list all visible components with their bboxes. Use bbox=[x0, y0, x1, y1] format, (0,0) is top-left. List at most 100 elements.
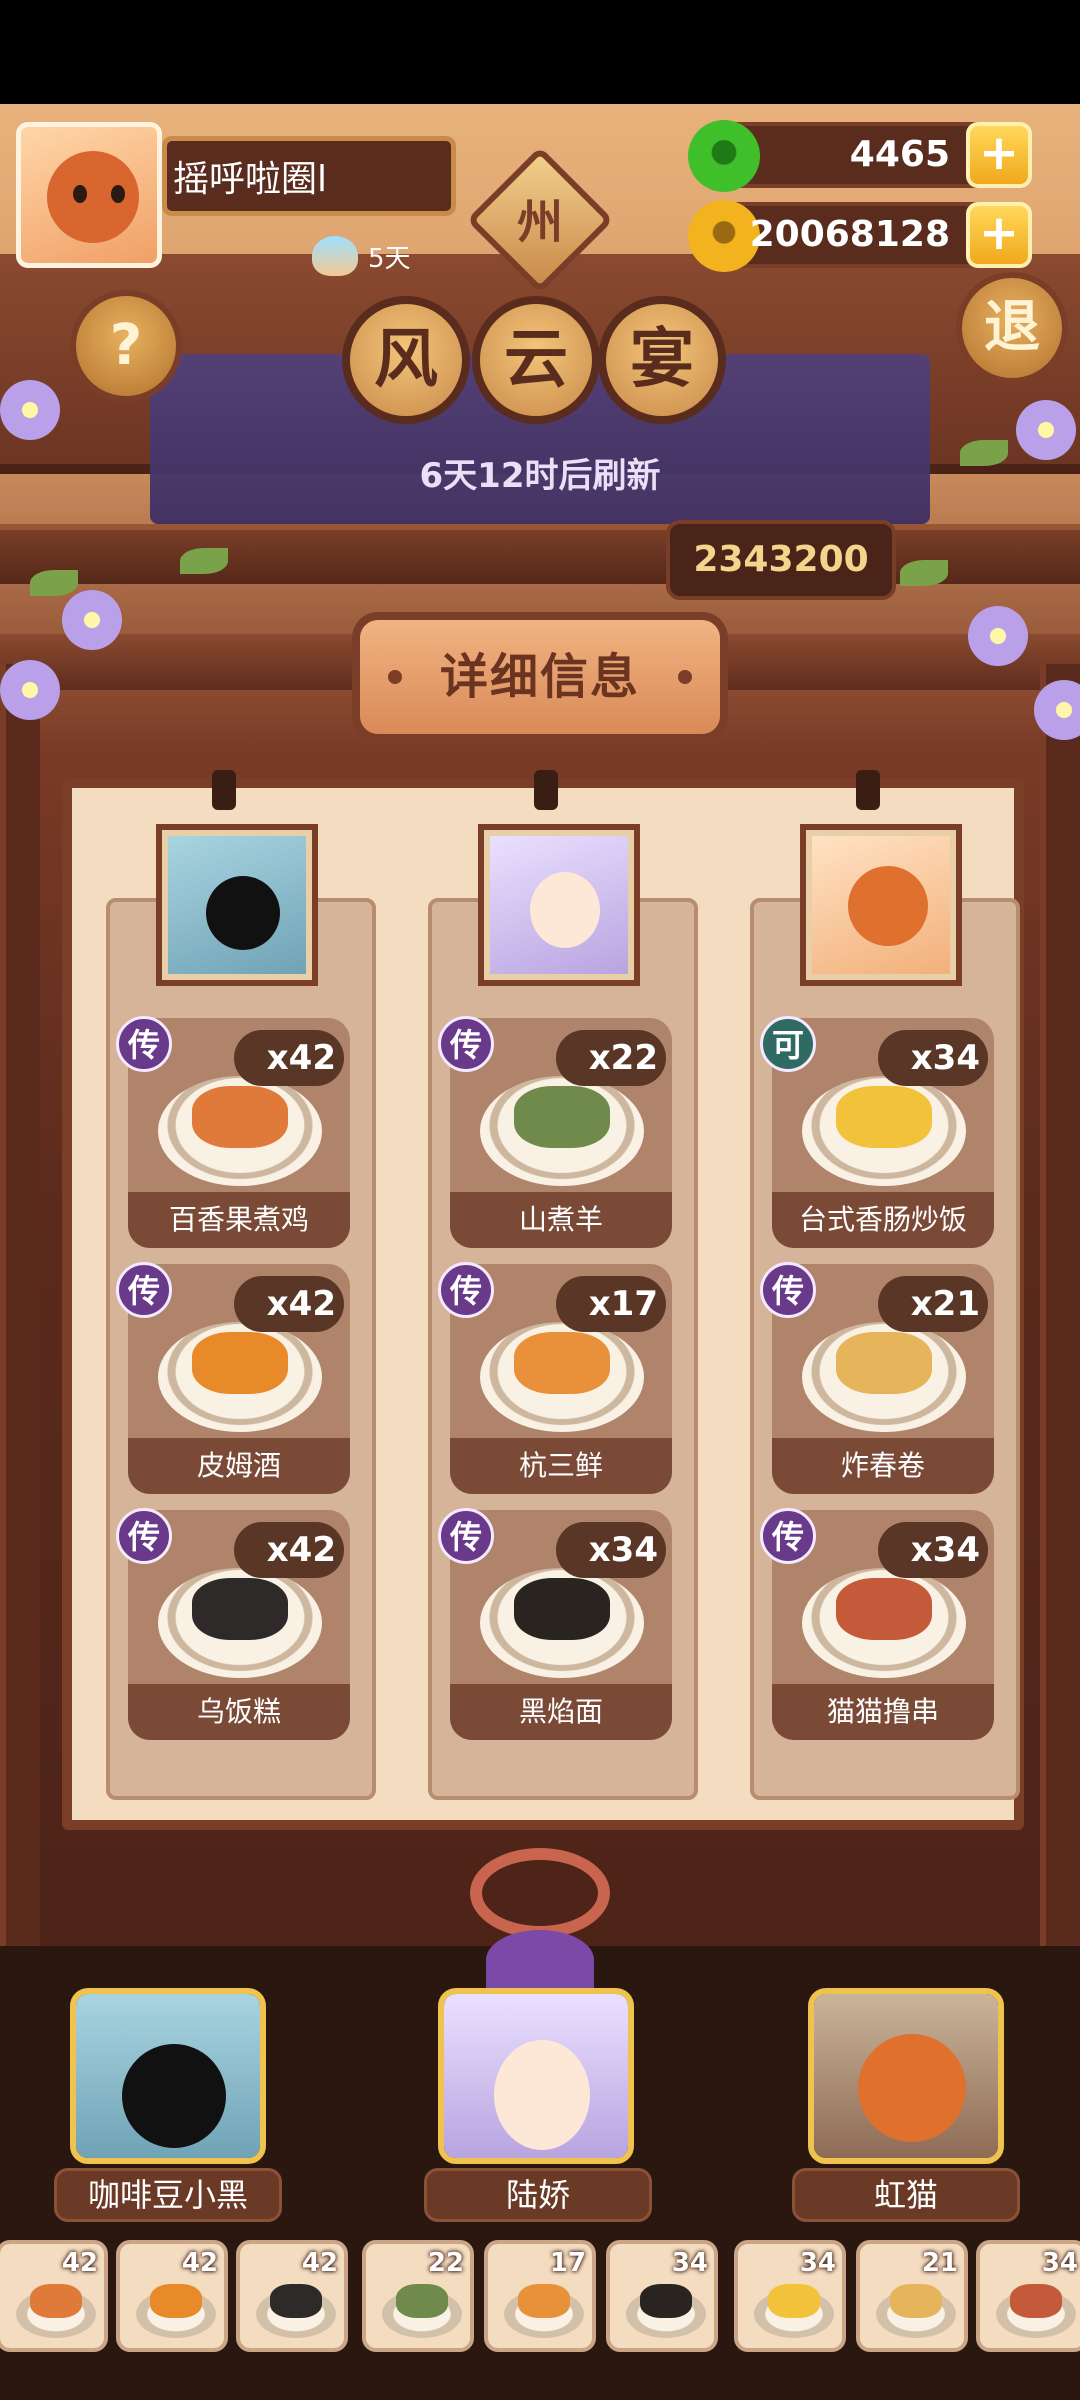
dish-image bbox=[514, 1578, 610, 1640]
title-char-1: 风 bbox=[342, 296, 470, 424]
strip-count: 22 bbox=[427, 2248, 464, 2278]
dish-thumbnail bbox=[768, 2284, 820, 2318]
character-hong-mao[interactable] bbox=[808, 1988, 1004, 2164]
rarity-tag: 传 bbox=[438, 1262, 494, 1318]
strip-dish-item[interactable]: 17 bbox=[484, 2240, 596, 2352]
dish-name: 山煮羊 bbox=[450, 1192, 672, 1248]
dish-thumbnail bbox=[30, 2284, 82, 2318]
strip-dish-item[interactable]: 22 bbox=[362, 2240, 474, 2352]
flower-decoration bbox=[0, 660, 60, 720]
help-button[interactable]: ? bbox=[70, 290, 182, 402]
strip-count: 42 bbox=[181, 2248, 218, 2278]
rarity-tag: 传 bbox=[116, 1016, 172, 1072]
jade-add-button[interactable]: + bbox=[966, 122, 1032, 188]
title-char-3: 宴 bbox=[598, 296, 726, 424]
character-coffee-bean[interactable] bbox=[70, 1988, 266, 2164]
leaf-decoration bbox=[30, 570, 78, 596]
dish-name: 杭三鲜 bbox=[450, 1438, 672, 1494]
rarity-tag: 传 bbox=[116, 1508, 172, 1564]
strip-dish-item[interactable]: 34 bbox=[734, 2240, 846, 2352]
status-bar-area bbox=[0, 0, 1080, 104]
dish-name: 猫猫撸串 bbox=[772, 1684, 994, 1740]
refresh-timer: 6天12时后刷新 bbox=[419, 456, 661, 496]
strip-dish-item[interactable]: 34 bbox=[976, 2240, 1080, 2352]
dish-thumbnail bbox=[890, 2284, 942, 2318]
leaf-decoration bbox=[180, 548, 228, 574]
flower-decoration bbox=[0, 380, 60, 440]
dish-name: 台式香肠炒饭 bbox=[772, 1192, 994, 1248]
portrait-hong-mao bbox=[806, 830, 956, 980]
dish-image bbox=[192, 1578, 288, 1640]
dish-thumbnail bbox=[270, 2284, 322, 2318]
rarity-tag: 传 bbox=[116, 1262, 172, 1318]
detail-info-text: 详细信息 bbox=[439, 649, 640, 705]
knot-decoration bbox=[470, 1848, 610, 1938]
strip-count: 34 bbox=[671, 2248, 708, 2278]
detail-info-title: 详细信息 bbox=[352, 612, 728, 742]
rarity-tag: 传 bbox=[760, 1508, 816, 1564]
strip-dish-item[interactable]: 34 bbox=[606, 2240, 718, 2352]
flower-decoration bbox=[62, 590, 122, 650]
dish-count: x22 bbox=[556, 1030, 666, 1086]
dish-image bbox=[192, 1086, 288, 1148]
jade-value: 4465 bbox=[849, 134, 950, 175]
rarity-tag: 传 bbox=[438, 1016, 494, 1072]
dish-count: x34 bbox=[556, 1522, 666, 1578]
jade-currency: 4465 + bbox=[688, 120, 1032, 192]
flower-decoration bbox=[968, 606, 1028, 666]
strip-dish-item[interactable]: 42 bbox=[0, 2240, 108, 2352]
strip-count: 17 bbox=[549, 2248, 586, 2278]
strip-dish-item[interactable]: 42 bbox=[236, 2240, 348, 2352]
dish-count: x42 bbox=[234, 1276, 344, 1332]
gold-value: 20068128 bbox=[749, 214, 950, 255]
player-name-text: 摇呼啦圈l bbox=[173, 159, 328, 200]
tassel-decoration bbox=[486, 1930, 594, 1990]
strip-dish-item[interactable]: 42 bbox=[116, 2240, 228, 2352]
days-text: 5天 bbox=[368, 243, 411, 274]
strip-count: 42 bbox=[301, 2248, 338, 2278]
dish-thumbnail bbox=[396, 2284, 448, 2318]
character-name: 陆娇 bbox=[424, 2168, 652, 2222]
city-badge-text: 州 bbox=[517, 195, 563, 249]
rarity-tag: 传 bbox=[438, 1508, 494, 1564]
dish-image bbox=[836, 1086, 932, 1148]
dish-name: 皮姆酒 bbox=[128, 1438, 350, 1494]
strip-count: 21 bbox=[921, 2248, 958, 2278]
strip-dish-item[interactable]: 21 bbox=[856, 2240, 968, 2352]
portrait-lu-jiao bbox=[484, 830, 634, 980]
dish-image bbox=[514, 1332, 610, 1394]
gold-currency: 20068128 + bbox=[688, 200, 1032, 272]
dish-thumbnail bbox=[1010, 2284, 1062, 2318]
portrait-coffee-bean bbox=[162, 830, 312, 980]
rarity-tag: 传 bbox=[760, 1262, 816, 1318]
player-avatar[interactable] bbox=[16, 122, 162, 268]
title-char-2: 云 bbox=[472, 296, 600, 424]
character-lu-jiao[interactable] bbox=[438, 1988, 634, 2164]
exit-button[interactable]: 退 bbox=[956, 272, 1068, 384]
dish-name: 黑焰面 bbox=[450, 1684, 672, 1740]
leaf-decoration bbox=[900, 560, 948, 586]
dish-thumbnail bbox=[150, 2284, 202, 2318]
dish-thumbnail bbox=[518, 2284, 570, 2318]
dish-strip: 42 42 42 22 17 34 34 21 34 bbox=[0, 2240, 1080, 2358]
dish-image bbox=[192, 1332, 288, 1394]
dish-name: 乌饭糕 bbox=[128, 1684, 350, 1740]
jade-coin-icon bbox=[688, 120, 760, 192]
dish-image bbox=[836, 1332, 932, 1394]
cake-icon bbox=[312, 236, 358, 276]
login-days: 5天 bbox=[312, 236, 411, 276]
dish-count: x42 bbox=[234, 1522, 344, 1578]
dish-count: x34 bbox=[878, 1522, 988, 1578]
dish-count: x17 bbox=[556, 1276, 666, 1332]
strip-count: 42 bbox=[61, 2248, 98, 2278]
strip-count: 34 bbox=[1041, 2248, 1078, 2278]
player-name[interactable]: 摇呼啦圈l bbox=[162, 136, 456, 216]
dish-image bbox=[836, 1578, 932, 1640]
dish-name: 百香果煮鸡 bbox=[128, 1192, 350, 1248]
dish-count: x42 bbox=[234, 1030, 344, 1086]
rarity-tag: 可 bbox=[760, 1016, 816, 1072]
gold-add-button[interactable]: + bbox=[966, 202, 1032, 268]
character-name: 虹猫 bbox=[792, 2168, 1020, 2222]
dish-thumbnail bbox=[640, 2284, 692, 2318]
dish-name: 炸春卷 bbox=[772, 1438, 994, 1494]
